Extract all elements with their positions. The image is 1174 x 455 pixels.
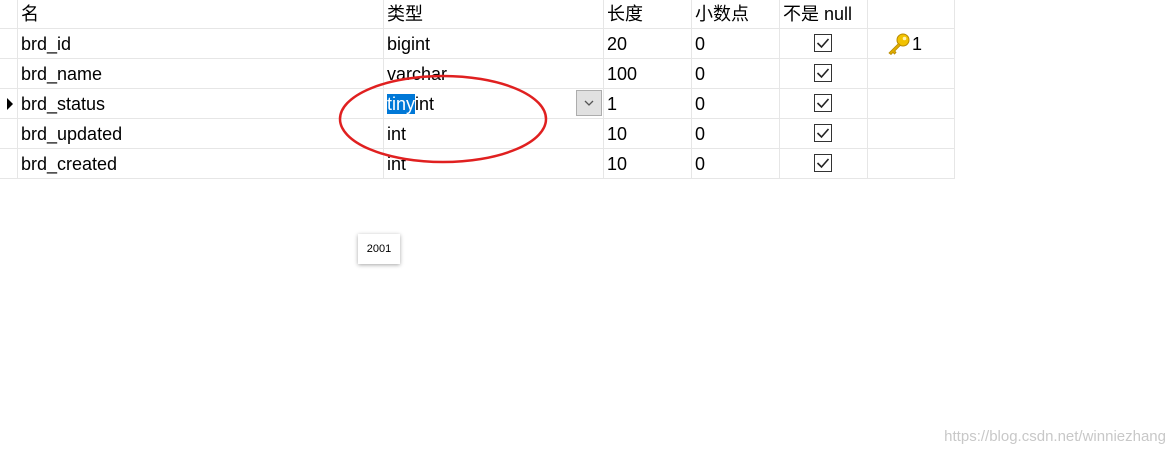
- not-null-cell[interactable]: [779, 119, 867, 148]
- key-cell[interactable]: [867, 59, 955, 88]
- not-null-cell[interactable]: [779, 89, 867, 118]
- field-length-cell[interactable]: 10: [603, 119, 691, 148]
- key-cell[interactable]: 1: [867, 29, 955, 58]
- not-null-cell[interactable]: [779, 59, 867, 88]
- field-decimal-cell[interactable]: 0: [691, 149, 779, 178]
- header-length[interactable]: 长度: [603, 0, 691, 28]
- field-length-cell[interactable]: 20: [603, 29, 691, 58]
- row-selector[interactable]: [0, 29, 17, 58]
- header-not-null[interactable]: 不是 null: [779, 0, 867, 28]
- type-dropdown-button[interactable]: [576, 90, 602, 116]
- field-name-cell[interactable]: brd_status: [17, 89, 383, 118]
- not-null-checkbox[interactable]: [814, 64, 832, 82]
- field-name-cell[interactable]: brd_created: [17, 149, 383, 178]
- key-cell[interactable]: [867, 119, 955, 148]
- header-name[interactable]: 名: [17, 0, 383, 28]
- header-decimal[interactable]: 小数点: [691, 0, 779, 28]
- field-decimal-cell[interactable]: 0: [691, 29, 779, 58]
- field-length-cell[interactable]: 1: [603, 89, 691, 118]
- field-length-cell[interactable]: 100: [603, 59, 691, 88]
- header-selector: [0, 0, 17, 28]
- row-selector[interactable]: [0, 59, 17, 88]
- grid-header: 名 类型 长度 小数点 不是 null: [0, 0, 955, 29]
- header-type[interactable]: 类型: [383, 0, 603, 28]
- key-cell[interactable]: [867, 89, 955, 118]
- field-type-cell[interactable]: bigint: [383, 29, 603, 58]
- key-icon: [888, 33, 910, 55]
- row-selector[interactable]: [0, 149, 17, 178]
- field-length-cell[interactable]: 10: [603, 149, 691, 178]
- field-name-cell[interactable]: brd_name: [17, 59, 383, 88]
- key-cell[interactable]: [867, 149, 955, 178]
- key-order: 1: [912, 34, 923, 54]
- field-name-cell[interactable]: brd_id: [17, 29, 383, 58]
- red-circle-annotation: [338, 74, 548, 164]
- not-null-cell[interactable]: [779, 29, 867, 58]
- checkmark-icon: [816, 128, 830, 139]
- field-decimal-cell[interactable]: 0: [691, 89, 779, 118]
- chevron-down-icon: [584, 100, 594, 106]
- checkmark-icon: [816, 38, 830, 49]
- checkmark-icon: [816, 68, 830, 79]
- field-name-cell[interactable]: brd_updated: [17, 119, 383, 148]
- table-row[interactable]: brd_id bigint 20 0 1: [0, 29, 955, 59]
- row-selector[interactable]: [0, 89, 17, 118]
- field-decimal-cell[interactable]: 0: [691, 119, 779, 148]
- row-selector[interactable]: [0, 119, 17, 148]
- watermark: https://blog.csdn.net/winniezhang: [944, 428, 1166, 445]
- checkmark-icon: [816, 98, 830, 109]
- tooltip: 2001: [358, 234, 400, 264]
- not-null-checkbox[interactable]: [814, 94, 832, 112]
- header-key[interactable]: [867, 0, 955, 28]
- not-null-checkbox[interactable]: [814, 34, 832, 52]
- row-pointer-icon: [7, 98, 13, 110]
- not-null-checkbox[interactable]: [814, 154, 832, 172]
- checkmark-icon: [816, 158, 830, 169]
- not-null-cell[interactable]: [779, 149, 867, 178]
- field-decimal-cell[interactable]: 0: [691, 59, 779, 88]
- not-null-checkbox[interactable]: [814, 124, 832, 142]
